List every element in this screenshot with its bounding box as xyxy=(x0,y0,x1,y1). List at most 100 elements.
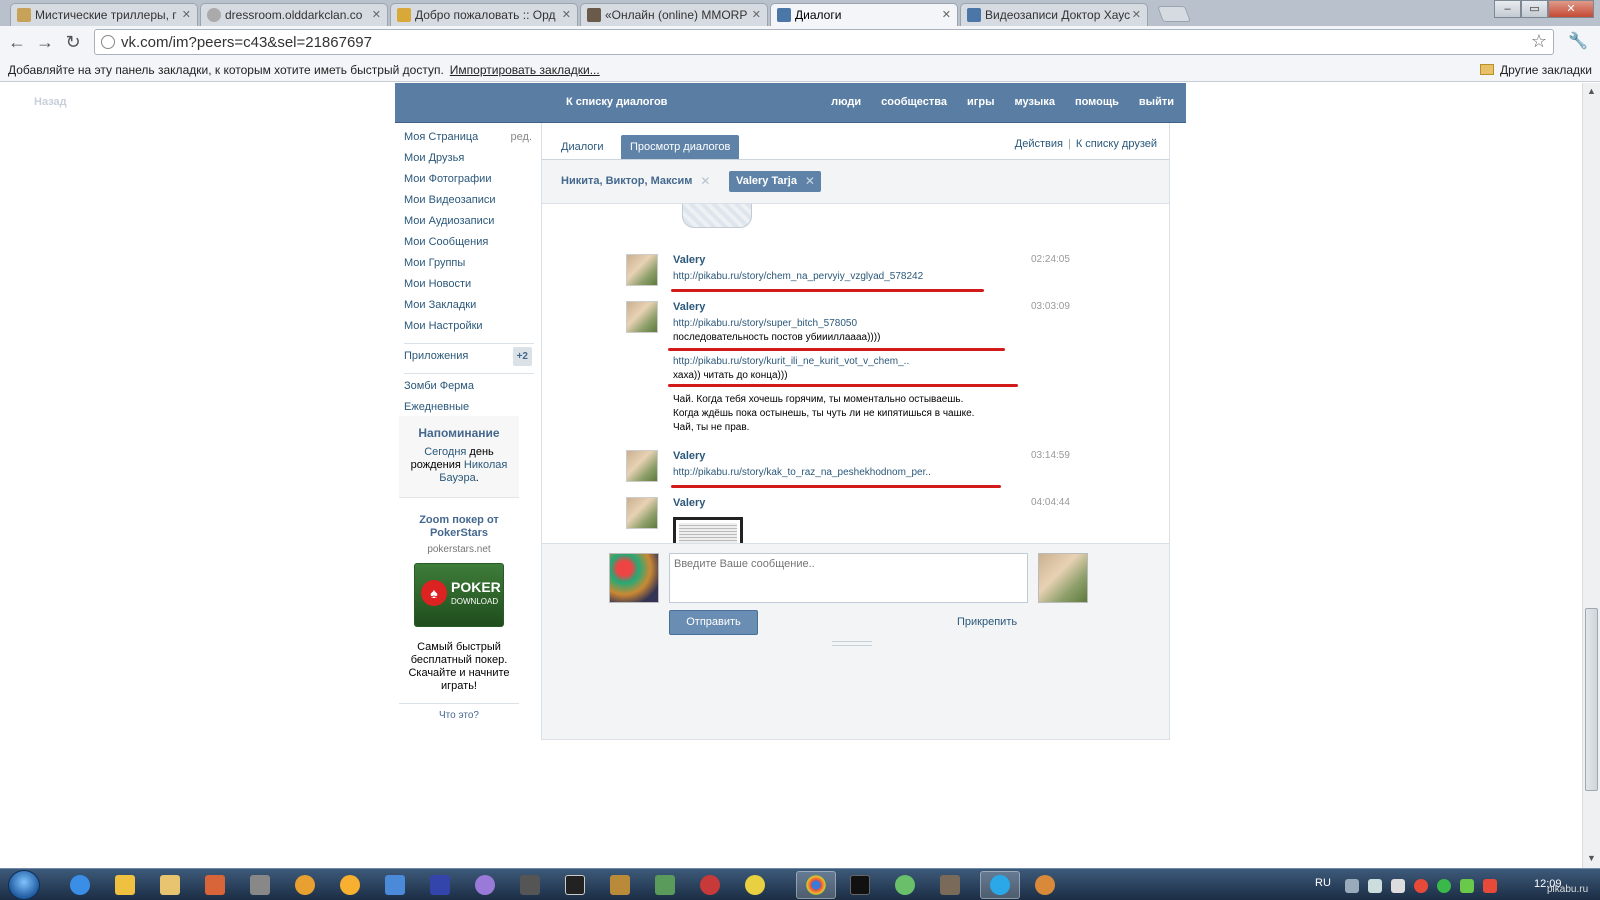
ad-image[interactable]: ♠ POKER DOWNLOAD xyxy=(414,563,504,627)
avatar[interactable] xyxy=(626,301,658,333)
my-avatar[interactable] xyxy=(609,553,659,603)
header-link-help[interactable]: помощь xyxy=(1075,96,1119,108)
ad-what-is-it-link[interactable]: Что это? xyxy=(399,710,519,721)
close-window-button[interactable]: ✕ xyxy=(1548,0,1594,18)
back-arrow-icon[interactable]: ← xyxy=(6,31,28,53)
maximize-button[interactable]: ▭ xyxy=(1521,0,1548,18)
sidebar-item-videos[interactable]: Мои Видеозаписи xyxy=(404,193,534,214)
close-icon[interactable]: ✕ xyxy=(372,8,381,21)
close-icon[interactable]: ✕ xyxy=(752,8,761,21)
close-icon[interactable]: ✕ xyxy=(805,171,815,192)
message-author[interactable]: Valery xyxy=(673,301,705,313)
header-link-logout[interactable]: выйти xyxy=(1139,96,1174,108)
new-tab-button[interactable] xyxy=(1157,6,1191,22)
sidebar-item-app[interactable]: Зомби Ферма xyxy=(404,379,534,400)
reload-icon[interactable]: ↻ xyxy=(62,31,84,53)
close-icon[interactable]: ✕ xyxy=(562,8,571,21)
explorer-icon[interactable] xyxy=(160,875,180,895)
minimize-button[interactable]: – xyxy=(1494,0,1521,18)
app-icon[interactable] xyxy=(340,875,360,895)
chrome-icon[interactable] xyxy=(806,875,826,895)
tray-app-icon[interactable] xyxy=(1414,879,1428,893)
message-history[interactable]: Valery 02:24:05 http://pikabu.ru/story/c… xyxy=(542,204,1169,543)
sidebar-item-messages[interactable]: Мои Сообщения xyxy=(404,235,534,256)
sidebar-item-groups[interactable]: Мои Группы xyxy=(404,256,534,277)
tray-arrow-icon[interactable] xyxy=(1345,879,1359,893)
header-link-music[interactable]: музыка xyxy=(1014,96,1054,108)
actions-link[interactable]: Действия xyxy=(1015,138,1063,150)
header-link-people[interactable]: люди xyxy=(831,96,861,108)
tab-dialogs[interactable]: Диалоги xyxy=(552,135,613,159)
app-icon[interactable] xyxy=(1035,875,1055,895)
edit-link[interactable]: ред. xyxy=(511,130,532,145)
app-icon[interactable] xyxy=(565,875,585,895)
skype-icon[interactable] xyxy=(990,875,1010,895)
apps-count-badge[interactable]: +2 xyxy=(512,347,532,366)
tab-view-dialogs[interactable]: Просмотр диалогов xyxy=(621,135,740,159)
message-author[interactable]: Valery xyxy=(673,450,705,462)
reminder-today-link[interactable]: Сегодня xyxy=(424,446,466,458)
star-icon[interactable]: ☆ xyxy=(1531,31,1547,52)
tray-app-icon[interactable] xyxy=(1437,879,1451,893)
url-text[interactable]: vk.com/im?peers=c43&sel=21867697 xyxy=(121,34,372,51)
wrench-icon[interactable]: 🔧 xyxy=(1568,31,1588,51)
address-bar[interactable]: vk.com/im?peers=c43&sel=21867697 ☆ xyxy=(94,29,1554,55)
close-icon[interactable]: ✕ xyxy=(182,8,191,21)
app-icon[interactable] xyxy=(850,875,870,895)
app-icon[interactable] xyxy=(205,875,225,895)
to-friends-link[interactable]: К списку друзей xyxy=(1076,138,1157,150)
avatar[interactable] xyxy=(626,254,658,286)
close-icon[interactable]: ✕ xyxy=(942,8,951,21)
browser-tab[interactable]: Добро пожаловать :: Орд ✕ xyxy=(390,3,578,26)
back-link[interactable]: Назад xyxy=(34,96,67,108)
sidebar-item-my-page[interactable]: Моя Страница ред. xyxy=(404,130,534,151)
peer-tab[interactable]: Никита, Виктор, Максим ✕ xyxy=(554,171,716,192)
app-icon[interactable] xyxy=(895,875,915,895)
close-icon[interactable]: ✕ xyxy=(1132,8,1141,21)
app-icon[interactable] xyxy=(610,875,630,895)
browser-tab-active[interactable]: Диалоги ✕ xyxy=(770,3,958,27)
app-icon[interactable] xyxy=(250,875,270,895)
app-icon[interactable] xyxy=(940,875,960,895)
app-icon[interactable] xyxy=(655,875,675,895)
sidebar-item-news[interactable]: Мои Новости xyxy=(404,277,534,298)
sidebar-item-friends[interactable]: Мои Друзья xyxy=(404,151,534,172)
tray-app-icon[interactable] xyxy=(1483,879,1497,893)
resize-grip[interactable] xyxy=(832,641,872,646)
import-bookmarks-link[interactable]: Импортировать закладки... xyxy=(450,63,600,77)
message-author[interactable]: Valery xyxy=(673,254,705,266)
message-link[interactable]: http://pikabu.ru/story/kak_to_raz_na_pes… xyxy=(673,466,931,480)
close-icon[interactable]: ✕ xyxy=(700,171,710,192)
forward-arrow-icon[interactable]: → xyxy=(34,31,56,53)
header-link-games[interactable]: игры xyxy=(967,96,994,108)
sidebar-item-settings[interactable]: Мои Настройки xyxy=(404,319,534,340)
avatar[interactable] xyxy=(626,497,658,529)
sidebar-item-apps[interactable]: Приложения +2 xyxy=(404,347,534,370)
ie-icon[interactable] xyxy=(70,875,90,895)
tray-app-icon[interactable] xyxy=(1460,879,1474,893)
message-link[interactable]: http://pikabu.ru/story/kurit_ili_ne_kuri… xyxy=(673,355,909,369)
page-scrollbar[interactable]: ▲ ▼ xyxy=(1582,83,1600,868)
app-icon[interactable] xyxy=(520,875,540,895)
message-input[interactable] xyxy=(669,553,1028,603)
volume-icon[interactable] xyxy=(1391,879,1405,893)
back-to-dialogs-link[interactable]: К списку диалогов xyxy=(566,96,667,108)
send-button[interactable]: Отправить xyxy=(669,610,758,635)
scroll-down-arrow-icon[interactable]: ▼ xyxy=(1587,853,1596,863)
app-icon[interactable] xyxy=(700,875,720,895)
browser-tab[interactable]: «Онлайн (online) MMORP ✕ xyxy=(580,3,768,26)
message-link[interactable]: http://pikabu.ru/story/super_bitch_57805… xyxy=(673,317,857,331)
sidebar-item-audio[interactable]: Мои Аудиозаписи xyxy=(404,214,534,235)
attach-link[interactable]: Прикрепить xyxy=(957,616,1017,628)
ad-title[interactable]: Zoom покер от PokerStars xyxy=(399,514,519,540)
language-indicator[interactable]: RU xyxy=(1315,877,1331,889)
browser-tab[interactable]: Видеозаписи Доктор Хаус ✕ xyxy=(960,3,1148,26)
sidebar-item-bookmarks[interactable]: Мои Закладки xyxy=(404,298,534,319)
peer-tab-active[interactable]: Valery Tarja ✕ xyxy=(729,171,821,192)
browser-tab[interactable]: dressroom.olddarkclan.co ✕ xyxy=(200,3,388,26)
message-author[interactable]: Valery xyxy=(673,497,705,509)
sidebar-item-photos[interactable]: Мои Фотографии xyxy=(404,172,534,193)
app-icon[interactable] xyxy=(745,875,765,895)
other-bookmarks-button[interactable]: Другие закладки xyxy=(1480,63,1592,77)
scroll-up-arrow-icon[interactable]: ▲ xyxy=(1587,86,1596,96)
